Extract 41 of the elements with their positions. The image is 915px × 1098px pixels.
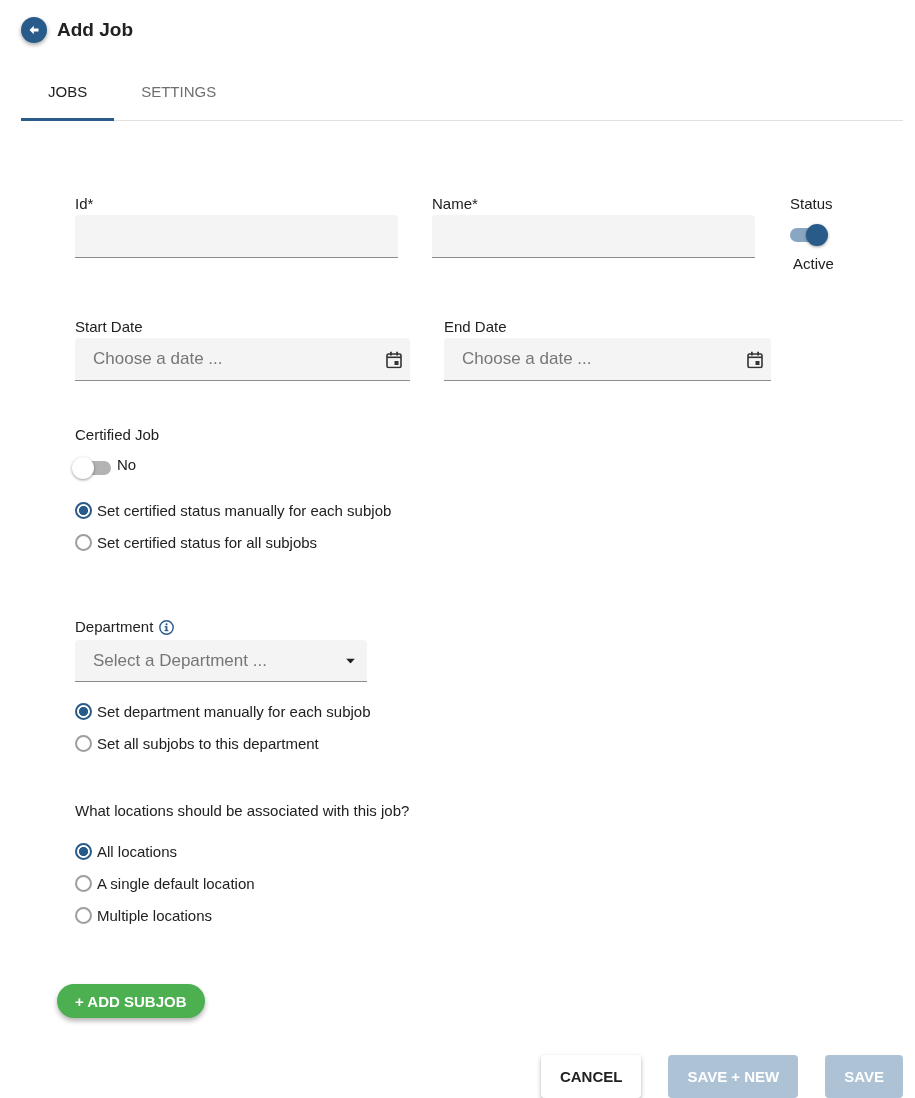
toggle-state-label: No	[117, 456, 137, 474]
field-label: Name*	[432, 195, 478, 213]
field-label: Department	[75, 618, 154, 636]
radio-option[interactable]: All locations	[75, 839, 178, 863]
radio-icon[interactable]	[75, 734, 92, 752]
page-title: Add Job	[57, 18, 133, 42]
question-text: What locations should be associated with this job?	[75, 802, 410, 820]
field-label: End Date	[444, 318, 507, 336]
radio-option[interactable]: Set certified status for all subjobs	[75, 530, 318, 554]
calendar-icon[interactable]	[386, 351, 402, 368]
radio-option[interactable]: Multiple locations	[75, 903, 213, 927]
info-icon[interactable]	[159, 619, 175, 635]
radio-option[interactable]: A single default location	[75, 871, 255, 895]
field-label: Id*	[75, 195, 94, 213]
radio-icon[interactable]	[75, 501, 92, 519]
field-label: Certified Job	[75, 426, 160, 444]
id-input[interactable]	[75, 215, 398, 258]
toggle-state-label: Active	[793, 255, 834, 273]
toggle-switch[interactable]	[72, 456, 113, 480]
tab[interactable]: SETTINGS	[114, 62, 244, 121]
date-input[interactable]: Choose a date ...	[75, 338, 410, 381]
name-input[interactable]	[432, 215, 755, 258]
radio-icon[interactable]	[75, 842, 92, 860]
tab[interactable]: JOBS	[21, 62, 115, 121]
arrow-left-icon	[29, 25, 39, 35]
footer-button[interactable]: CANCEL	[540, 1055, 642, 1098]
department-select[interactable]: Select a Department ...	[75, 640, 367, 682]
radio-icon[interactable]	[75, 874, 92, 892]
radio-icon[interactable]	[75, 702, 92, 720]
radio-icon[interactable]	[75, 906, 92, 924]
toggle-switch[interactable]	[788, 223, 829, 247]
radio-option[interactable]: Set department manually for each subjob	[75, 699, 371, 723]
calendar-icon[interactable]	[747, 351, 763, 368]
date-input[interactable]: Choose a date ...	[444, 338, 771, 381]
field-label: Start Date	[75, 318, 143, 336]
back-button[interactable]	[21, 17, 47, 43]
field-label: Status	[790, 195, 833, 213]
caret-down-icon	[346, 658, 355, 664]
radio-option[interactable]: Set all subjobs to this department	[75, 731, 319, 755]
radio-option[interactable]: Set certified status manually for each subjob	[75, 498, 392, 522]
radio-icon[interactable]	[75, 533, 92, 551]
